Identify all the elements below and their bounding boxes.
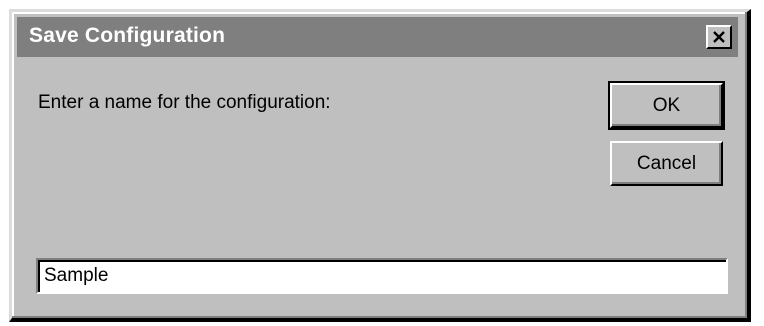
name-prompt-label: Enter a name for the configuration: (38, 92, 331, 113)
close-button[interactable] (706, 25, 732, 49)
title-bar[interactable]: Save Configuration (17, 17, 738, 57)
configuration-name-input[interactable] (36, 258, 728, 294)
cancel-button[interactable]: Cancel (610, 141, 723, 186)
ok-button[interactable]: OK (608, 81, 725, 130)
dialog-title: Save Configuration (29, 24, 226, 47)
save-configuration-dialog: Save Configuration Enter a name for the … (9, 9, 751, 322)
close-icon (713, 31, 725, 43)
